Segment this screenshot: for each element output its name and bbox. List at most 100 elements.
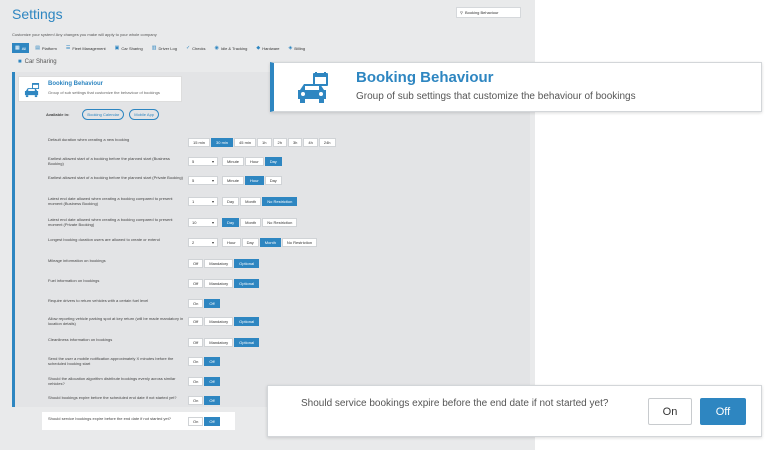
option-minute[interactable]: Minute (222, 176, 245, 185)
option-on[interactable]: On (188, 417, 204, 426)
option-mandatory[interactable]: Mandatory (204, 338, 234, 347)
off-button[interactable]: Off (700, 398, 746, 425)
option-no-restriction[interactable]: No Restriction (281, 238, 318, 247)
option-off[interactable]: Off (188, 317, 204, 326)
option-day[interactable]: Day (222, 197, 240, 206)
setting-label: Cleanliness information on bookings (48, 337, 113, 342)
setting-control: On Off (188, 299, 220, 308)
option-hour[interactable]: Hour (245, 157, 264, 166)
available-in-label: Available in: (46, 112, 70, 117)
option-optional[interactable]: Optional (234, 317, 260, 326)
tab-label: All (21, 45, 27, 51)
option-30-min[interactable]: 30 min (211, 138, 234, 147)
option-on[interactable]: On (188, 396, 204, 405)
option-on[interactable]: On (188, 377, 204, 386)
option-day[interactable]: Day (264, 157, 282, 166)
tab-fleet-management[interactable]: ☰ Fleet Management (63, 43, 109, 53)
pill-booking-calendar[interactable]: Booking Calendar (82, 109, 125, 120)
value-dropdown[interactable]: 5 ▾ (188, 157, 218, 166)
option-no-restriction[interactable]: No Restriction (262, 218, 298, 227)
setting-label: Send the user a mobile notification appr… (48, 356, 174, 366)
option-optional[interactable]: Optional (234, 259, 260, 268)
option-off[interactable]: Off (204, 417, 220, 426)
option-off[interactable]: Off (204, 299, 220, 308)
tab-all[interactable]: ▦ All (12, 43, 30, 53)
option-off[interactable]: Off (188, 338, 204, 347)
option-2h[interactable]: 2h (272, 138, 287, 147)
setting-control: Off Mandatory Optional (188, 279, 260, 288)
tab-car-sharing[interactable]: ▣ Car Sharing (112, 43, 146, 53)
tab-label: Driver Log (158, 45, 177, 51)
setting-label: Mileage information on bookings (48, 258, 106, 263)
tab-idle-tracking[interactable]: ◉ Idle & Tracking (211, 43, 250, 53)
option-day[interactable]: Day (222, 218, 240, 227)
option-off[interactable]: Off (204, 377, 220, 386)
option-optional[interactable]: Optional (234, 279, 260, 288)
setting-label: Earliest allowed start of a booking befo… (48, 175, 183, 180)
tab-label: Hardware (262, 45, 280, 51)
tab-checks[interactable]: ✓ Checks (183, 43, 209, 53)
option-minute[interactable]: Minute (222, 157, 245, 166)
setting-control: On Off (188, 417, 220, 426)
option-day[interactable]: Day (264, 176, 282, 185)
option-optional[interactable]: Optional (234, 338, 260, 347)
option-off[interactable]: Off (204, 357, 220, 366)
option-on[interactable]: On (188, 299, 204, 308)
option-on[interactable]: On (188, 357, 204, 366)
value-dropdown[interactable]: 5 ▾ (188, 176, 218, 185)
option-month[interactable]: Month (240, 218, 262, 227)
option-1h[interactable]: 1h (257, 138, 272, 147)
option-month[interactable]: Month (259, 238, 281, 247)
value-dropdown[interactable]: 2 ▾ (188, 238, 218, 247)
option-off[interactable]: Off (204, 396, 220, 405)
dropdown-value: 2 (192, 240, 195, 245)
setting-label: Require drivers to return vehicles with … (48, 298, 149, 303)
setting-control: Off Mandatory Optional (188, 259, 260, 268)
page: Settings ⚲ Booking Behaviour Customize yo… (0, 0, 774, 450)
option-hour[interactable]: Hour (245, 176, 264, 185)
option-off[interactable]: Off (188, 259, 204, 268)
option-3h[interactable]: 3h (287, 138, 303, 147)
option-off[interactable]: Off (188, 279, 204, 288)
grid-icon: ▦ (15, 45, 20, 51)
setting-control: On Off (188, 396, 220, 405)
option-45-min[interactable]: 45 min (234, 138, 257, 147)
chevron-down-icon: ▾ (211, 220, 214, 225)
option-mandatory[interactable]: Mandatory (204, 259, 234, 268)
hardware-icon: ◆ (256, 45, 261, 51)
pill-mobile-app[interactable]: Mobile App (129, 109, 160, 120)
section-heading-label: Car Sharing (24, 59, 57, 65)
option-mandatory[interactable]: Mandatory (204, 317, 234, 326)
on-button[interactable]: On (648, 398, 692, 425)
calendar-car-icon (24, 82, 40, 98)
search-input-value: Booking Behaviour (464, 10, 499, 16)
tab-label: Checks (192, 45, 206, 51)
option-15-min[interactable]: 15 min (188, 138, 211, 147)
option-month[interactable]: Month (240, 197, 262, 206)
option-day[interactable]: Day (241, 238, 259, 247)
value-dropdown[interactable]: 10 ▾ (188, 218, 218, 227)
option-4h[interactable]: 4h (303, 138, 318, 147)
tab-platform[interactable]: ▤ Platform (32, 43, 60, 53)
option-mandatory[interactable]: Mandatory (204, 279, 234, 288)
tab-hardware[interactable]: ◆ Hardware (253, 43, 282, 53)
setting-label: Should bookings expire before the schedu… (48, 395, 177, 400)
option-24h[interactable]: 24h (318, 138, 336, 147)
setting-control: On Off (188, 357, 220, 366)
callout-subtitle: Group of sub settings that customize the… (356, 91, 636, 102)
group-description: Group of sub settings that customize the… (48, 90, 160, 95)
value-dropdown[interactable]: 1 ▾ (188, 197, 218, 206)
tab-driver-log[interactable]: ▥ Driver Log (149, 43, 180, 53)
page-title: Settings (12, 6, 63, 22)
group-title: Booking Behaviour (48, 81, 104, 87)
tab-billing[interactable]: ◈ Billing (286, 43, 309, 53)
setting-control: 15 min 30 min 45 min 1h 2h 3h 4h 24h (188, 138, 336, 147)
setting-label: Allow reporting vehicle parking spot at … (48, 316, 184, 326)
search-input[interactable]: ⚲ Booking Behaviour (456, 7, 521, 18)
car-icon: ▣ (114, 45, 120, 51)
option-no-restriction[interactable]: No Restriction (262, 197, 298, 206)
setting-label: Earliest allowed start of a booking befo… (48, 156, 170, 166)
chevron-down-icon: ▾ (211, 199, 214, 204)
log-icon: ▥ (151, 45, 157, 51)
option-hour[interactable]: Hour (222, 238, 241, 247)
